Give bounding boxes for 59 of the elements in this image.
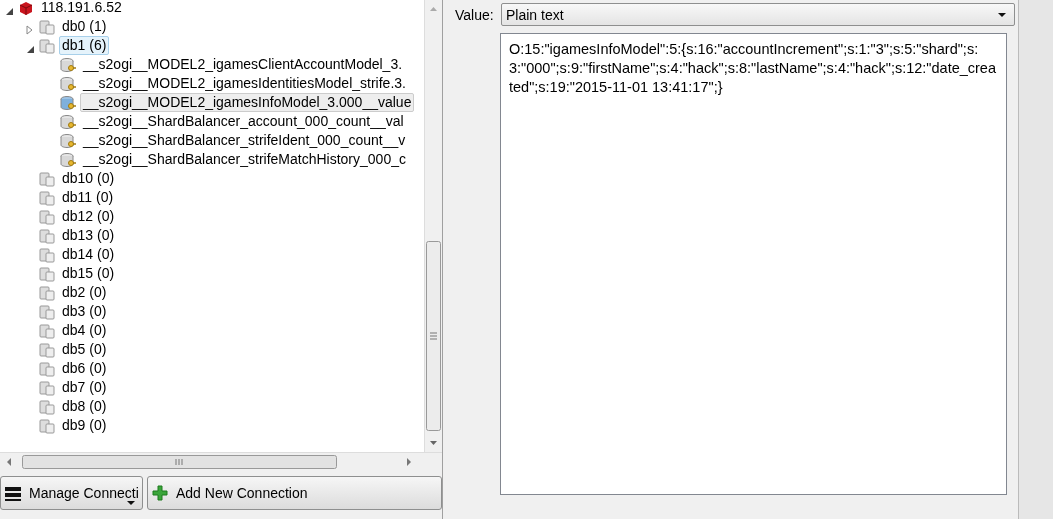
tree-item[interactable]: db15 (0) [59, 264, 118, 283]
tree-item[interactable]: db0 (1) [59, 17, 110, 36]
database-icon [39, 398, 55, 415]
database-icon [39, 379, 55, 396]
database-icon [39, 360, 55, 377]
database-icon [39, 341, 55, 358]
database-icon [39, 227, 55, 244]
tree-item[interactable]: db7 (0) [59, 378, 110, 397]
plus-icon [152, 485, 168, 501]
tree-item[interactable]: db8 (0) [59, 397, 110, 416]
value-text-area[interactable]: O:15:"igamesInfoModel":5:{s:16:"accountIncrement";s:1:"3";s:5:"shard";s:3:"000";s:9:"firstName";s:4:"hack";s:8:"lastName";s:4:"hack";s:12:"date_created";s:19:"2015-11-01 13:41:17";} [500, 33, 1007, 495]
horizontal-scrollbar[interactable] [0, 452, 442, 471]
tree-item[interactable]: __s2ogi__MODEL2_igamesClientAccountModel_3. [80, 55, 406, 74]
tree-item[interactable]: __s2ogi__MODEL2_igamesIdentitiesModel_strife.3. [80, 74, 409, 93]
menu-icon [5, 485, 21, 501]
database-icon [39, 417, 55, 434]
format-dropdown[interactable]: Plain text [501, 3, 1015, 26]
tree-item[interactable]: db14 (0) [59, 245, 118, 264]
database-icon [39, 208, 55, 225]
tree-item[interactable]: db2 (0) [59, 283, 110, 302]
database-key-icon [60, 132, 76, 149]
tree-item[interactable]: 118.191.6.52 [38, 0, 125, 17]
tree-item[interactable]: __s2ogi__MODEL2_igamesInfoModel_3.000__value [80, 93, 415, 112]
database-icon [39, 322, 55, 339]
database-key-icon [60, 56, 76, 73]
tree-item[interactable]: db4 (0) [59, 321, 110, 340]
database-icon [39, 189, 55, 206]
database-key-icon [60, 75, 76, 92]
database-icon [39, 37, 55, 54]
database-icon [39, 170, 55, 187]
tree-item[interactable]: db10 (0) [59, 169, 118, 188]
tree-item[interactable]: db12 (0) [59, 207, 118, 226]
tree-item[interactable]: db5 (0) [59, 340, 110, 359]
tree-item[interactable]: db9 (0) [59, 416, 110, 435]
tree-item[interactable]: db3 (0) [59, 302, 110, 321]
expand-arrow-icon[interactable] [25, 24, 35, 35]
tree-item[interactable]: __s2ogi__ShardBalancer_account_000_count__val [80, 112, 407, 131]
database-key-icon [60, 113, 76, 130]
tree-item[interactable]: db6 (0) [59, 359, 110, 378]
value-label: Value: [455, 6, 495, 23]
menu-button[interactable]: Manage Connecti [0, 476, 143, 510]
tree-item[interactable]: __s2ogi__ShardBalancer_strifeMatchHistory_000_c [80, 150, 409, 169]
database-icon [39, 18, 55, 35]
database-icon [39, 246, 55, 263]
server-icon [18, 0, 34, 16]
add-button[interactable]: Add New Connection [147, 476, 442, 510]
vertical-scrollbar[interactable] [424, 0, 442, 452]
database-key-icon [60, 94, 76, 111]
tree-item[interactable]: __s2ogi__ShardBalancer_strifeIdent_000_count__v [80, 131, 409, 150]
caret-icon [998, 12, 1006, 17]
tree-item[interactable]: db13 (0) [59, 226, 118, 245]
tree-item[interactable]: db1 (6) [59, 36, 110, 55]
database-key-icon [60, 151, 76, 168]
database-icon [39, 284, 55, 301]
database-icon [39, 265, 55, 282]
scroll-thumb[interactable] [426, 241, 441, 431]
database-icon [39, 303, 55, 320]
tree-item[interactable]: db11 (0) [59, 188, 117, 207]
caret-icon [127, 501, 135, 505]
